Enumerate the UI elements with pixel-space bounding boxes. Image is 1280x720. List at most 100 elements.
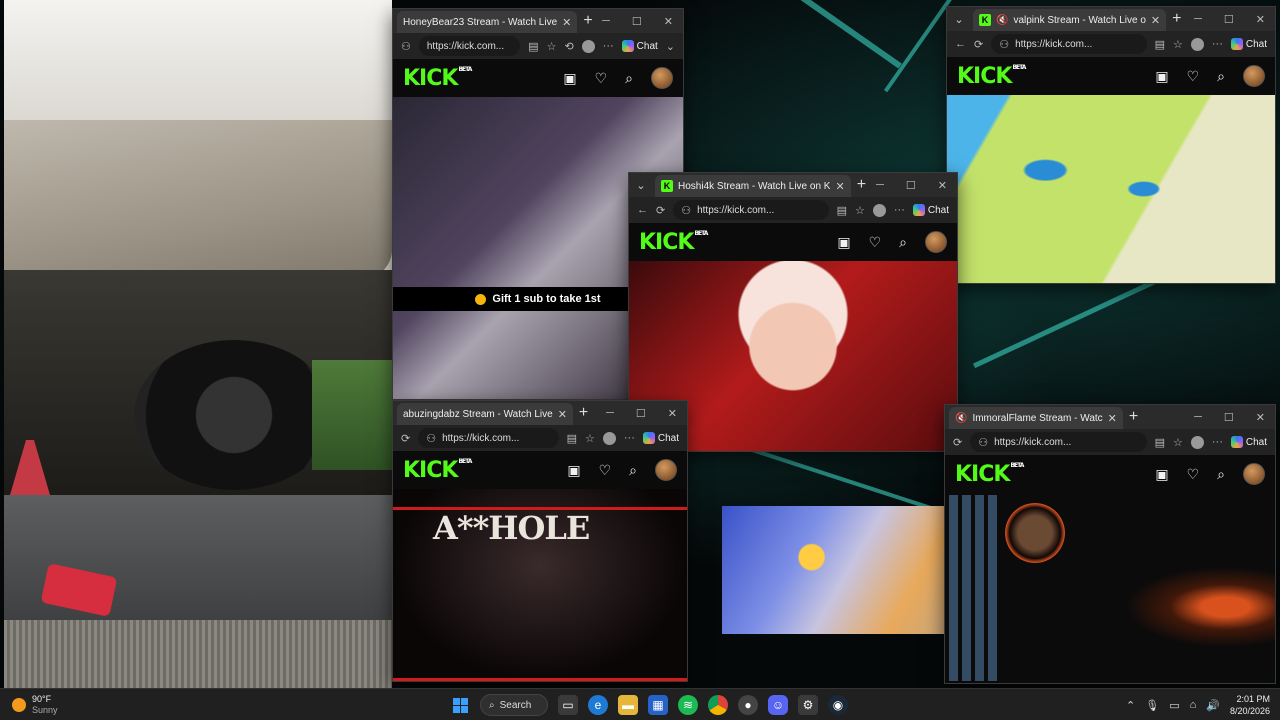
url-field[interactable]: ⚇ https://kick.com... <box>970 432 1147 452</box>
microphone-icon[interactable]: 🎙 <box>1145 699 1159 712</box>
maximize-icon[interactable]: ☐ <box>636 407 646 420</box>
heart-icon[interactable]: ♡ <box>595 70 608 87</box>
profile-icon[interactable] <box>1190 37 1204 51</box>
close-icon[interactable]: ✕ <box>1256 411 1265 424</box>
steam-icon[interactable]: ◉ <box>828 695 848 715</box>
kick-logo[interactable]: KICKBETA <box>639 230 708 255</box>
stream-player[interactable]: A**HOLE <box>393 489 687 681</box>
edge-browser-icon[interactable]: e <box>588 695 608 715</box>
site-info-icon[interactable]: ⚇ <box>401 40 411 53</box>
stream-player[interactable] <box>945 493 1275 683</box>
network-icon[interactable]: ⌂ <box>1190 699 1197 711</box>
user-avatar[interactable] <box>655 459 677 481</box>
tab-honeybear[interactable]: HoneyBear23 Stream - Watch Live ✕ <box>397 11 578 33</box>
refresh-icon[interactable]: ⟳ <box>401 432 410 445</box>
reader-icon[interactable]: ▤ <box>528 40 538 53</box>
user-avatar[interactable] <box>925 231 947 253</box>
browse-icon[interactable]: ▣ <box>567 462 580 479</box>
minimize-icon[interactable]: ─ <box>602 15 610 27</box>
refresh-icon[interactable]: ⟳ <box>953 436 962 449</box>
extensions-icon[interactable]: ⟲ <box>564 40 573 53</box>
kick-logo[interactable]: KICKBETA <box>955 462 1024 487</box>
new-tab-button[interactable]: + <box>1129 408 1138 426</box>
browser-window-abuz[interactable]: abuzingdabz Stream - Watch Live ✕ + ─ ☐ … <box>392 400 688 682</box>
profile-icon[interactable] <box>1190 435 1204 449</box>
more-menu-icon[interactable]: ··· <box>1212 436 1223 448</box>
favorite-star-icon[interactable]: ☆ <box>547 40 557 53</box>
tab-close-icon[interactable]: ✕ <box>1108 412 1117 425</box>
close-icon[interactable]: ✕ <box>664 15 673 28</box>
task-view-icon[interactable]: ▭ <box>558 695 578 715</box>
more-menu-icon[interactable]: ··· <box>603 40 614 52</box>
minimize-icon[interactable]: ─ <box>1194 411 1202 423</box>
browse-icon[interactable]: ▣ <box>563 70 576 87</box>
settings-gear-icon[interactable]: ⚙ <box>798 695 818 715</box>
url-field[interactable]: ⚇ https://kick.com... <box>673 200 829 220</box>
refresh-icon[interactable]: ⟳ <box>974 38 983 51</box>
chevron-up-icon[interactable]: ⌃ <box>1126 699 1135 712</box>
tab-list-icon[interactable]: ⌄ <box>633 179 649 192</box>
browser-window-immoral[interactable]: 🔇 ImmoralFlame Stream - Watc ✕ + ─ ☐ ✕ ⟳… <box>944 404 1276 684</box>
copilot-chat-button[interactable]: Chat <box>642 432 679 444</box>
site-info-icon[interactable]: ⚇ <box>999 38 1009 51</box>
search-icon[interactable]: ⌕ <box>1217 466 1225 483</box>
heart-icon[interactable]: ♡ <box>599 462 612 479</box>
clock[interactable]: 2:01 PM 8/20/2026 <box>1230 693 1270 717</box>
tab-abuz[interactable]: abuzingdabz Stream - Watch Live ✕ <box>397 403 573 425</box>
site-info-icon[interactable]: ⚇ <box>426 432 436 445</box>
site-info-icon[interactable]: ⚇ <box>978 436 988 449</box>
browse-icon[interactable]: ▣ <box>1155 466 1168 483</box>
tab-immoral[interactable]: 🔇 ImmoralFlame Stream - Watc ✕ <box>949 407 1123 429</box>
reader-icon[interactable]: ▤ <box>837 204 847 217</box>
copilot-chat-button[interactable]: Chat <box>1230 38 1267 50</box>
favorite-star-icon[interactable]: ☆ <box>855 204 865 217</box>
browser-window-valpink[interactable]: ⌄ K 🔇 valpink Stream - Watch Live o ✕ + … <box>946 6 1276 284</box>
browse-icon[interactable]: ▣ <box>1155 68 1168 85</box>
kick-logo[interactable]: KICKBETA <box>403 66 472 91</box>
search-icon[interactable]: ⌕ <box>1217 68 1225 85</box>
search-icon[interactable]: ⌕ <box>899 234 907 251</box>
url-field[interactable]: https://kick.com... <box>418 36 521 56</box>
url-field[interactable]: ⚇ https://kick.com... <box>418 428 559 448</box>
volume-icon[interactable]: 🔊 <box>1206 699 1220 712</box>
file-explorer-icon[interactable]: ▬ <box>618 695 638 715</box>
close-icon[interactable]: ✕ <box>938 179 947 192</box>
stream-player[interactable] <box>947 95 1275 283</box>
tab-close-icon[interactable]: ✕ <box>562 16 571 29</box>
site-info-icon[interactable]: ⚇ <box>681 204 691 217</box>
copilot-chat-button[interactable]: Chat <box>912 204 949 216</box>
new-tab-button[interactable]: + <box>857 176 866 194</box>
tab-close-icon[interactable]: ✕ <box>558 408 567 421</box>
github-icon[interactable]: ● <box>738 695 758 715</box>
kick-logo[interactable]: KICKBETA <box>403 458 472 483</box>
maximize-icon[interactable]: ☐ <box>1224 13 1234 26</box>
minimize-icon[interactable]: ─ <box>1194 13 1202 25</box>
heart-icon[interactable]: ♡ <box>1187 466 1200 483</box>
back-arrow-icon[interactable]: ← <box>955 38 966 50</box>
refresh-icon[interactable]: ⟳ <box>656 204 665 217</box>
heart-icon[interactable]: ♡ <box>1187 68 1200 85</box>
user-avatar[interactable] <box>1243 463 1265 485</box>
chevron-down-icon[interactable]: ⌄ <box>666 40 675 53</box>
tab-close-icon[interactable]: ✕ <box>1151 14 1160 27</box>
new-tab-button[interactable]: + <box>583 12 592 30</box>
minimize-icon[interactable]: ─ <box>606 407 614 419</box>
new-tab-button[interactable]: + <box>1172 10 1181 28</box>
maximize-icon[interactable]: ☐ <box>906 179 916 192</box>
weather-widget[interactable]: 90°F Sunny <box>0 694 200 716</box>
profile-icon[interactable] <box>581 39 595 53</box>
back-arrow-icon[interactable]: ← <box>637 204 648 216</box>
maximize-icon[interactable]: ☐ <box>1224 411 1234 424</box>
close-icon[interactable]: ✕ <box>1256 13 1265 26</box>
reader-icon[interactable]: ▤ <box>567 432 577 445</box>
favorite-star-icon[interactable]: ☆ <box>585 432 595 445</box>
copilot-chat-button[interactable]: Chat <box>1230 436 1267 448</box>
discord-icon[interactable]: ☺ <box>768 695 788 715</box>
favorite-star-icon[interactable]: ☆ <box>1173 38 1183 51</box>
minimize-icon[interactable]: ─ <box>876 179 884 191</box>
display-icon[interactable]: ▭ <box>1169 699 1179 712</box>
speaker-muted-icon[interactable]: 🔇 <box>955 413 967 424</box>
search-icon[interactable]: ⌕ <box>629 462 637 479</box>
profile-icon[interactable] <box>872 203 886 217</box>
close-icon[interactable]: ✕ <box>668 407 677 420</box>
